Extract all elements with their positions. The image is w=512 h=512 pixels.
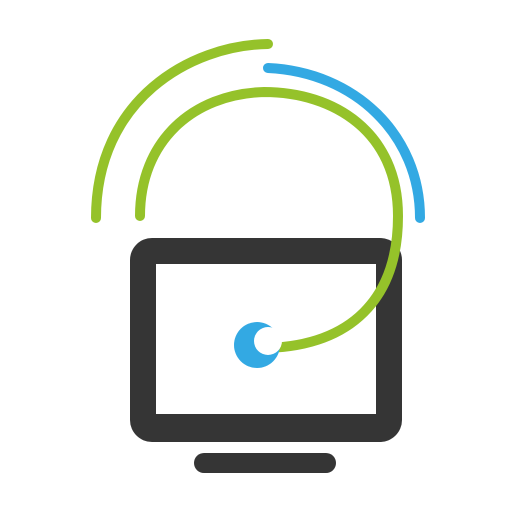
dot-cutout <box>254 327 282 355</box>
monitor-signal-icon <box>91 39 425 473</box>
outer-green-arc <box>91 39 273 223</box>
monitor-stand <box>194 453 336 473</box>
app-icon <box>0 0 512 512</box>
